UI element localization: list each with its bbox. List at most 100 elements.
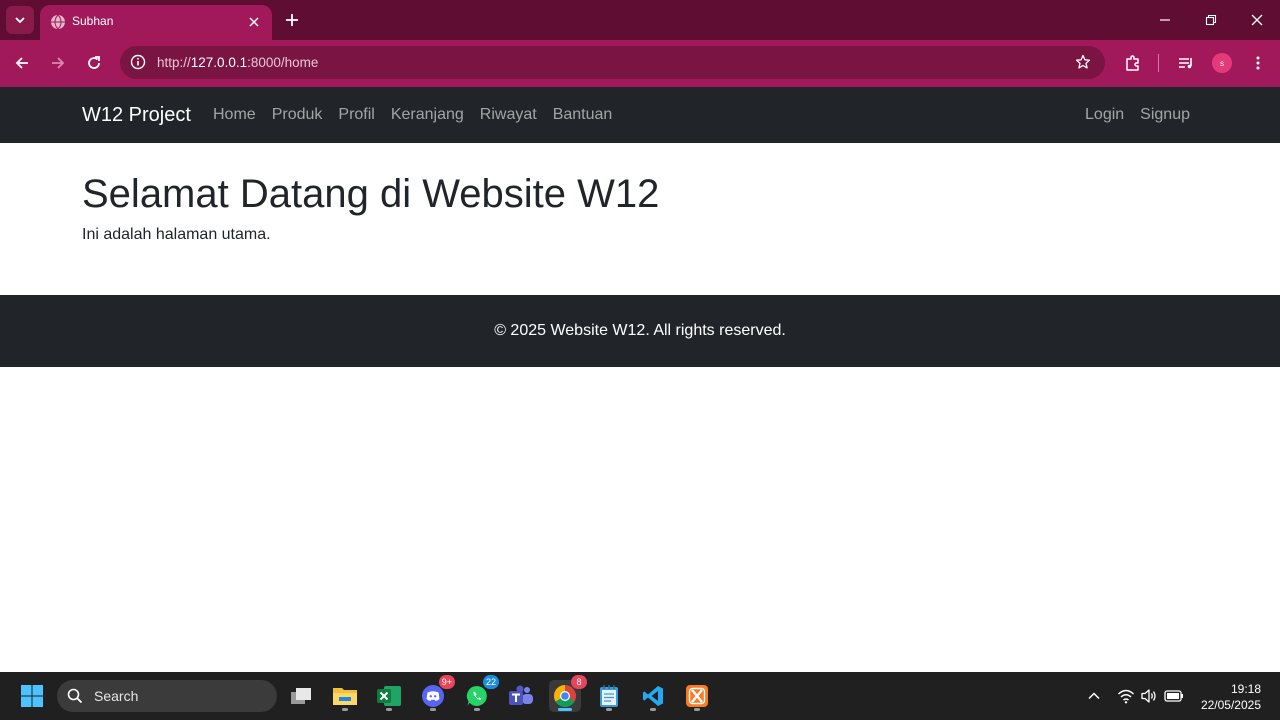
site-navbar: W12 Project Home Produk Profil Keranjang…	[0, 87, 1280, 143]
nav-link-produk[interactable]: Produk	[272, 106, 323, 124]
address-bar[interactable]: http://127.0.0.1:8000/home	[120, 46, 1105, 79]
notepad-icon	[600, 685, 618, 707]
teams-button[interactable]	[505, 680, 537, 712]
file-explorer-button[interactable]	[329, 680, 361, 712]
clock-time: 19:18	[1230, 682, 1261, 696]
puzzle-icon	[1126, 55, 1139, 71]
minimize-button[interactable]	[1151, 6, 1179, 34]
url-text[interactable]: http://127.0.0.1:8000/home	[157, 55, 318, 70]
browser-menu-button[interactable]	[1244, 49, 1272, 77]
footer-text: © 2025 Website W12. All rights reserved.	[494, 322, 786, 339]
info-icon	[130, 54, 146, 70]
nav-link-riwayat[interactable]: Riwayat	[480, 106, 537, 124]
task-view-icon	[291, 688, 311, 704]
minimize-icon	[1160, 19, 1170, 21]
nav-link-signup[interactable]: Signup	[1140, 106, 1190, 124]
bookmark-button[interactable]	[1073, 52, 1093, 72]
running-indicator	[694, 708, 700, 711]
site-info-button[interactable]	[128, 52, 148, 72]
search-label: Search	[94, 688, 139, 704]
running-indicator	[558, 708, 572, 711]
folder-icon	[333, 688, 357, 705]
globe-icon	[51, 14, 65, 30]
teams-icon	[509, 685, 533, 705]
xampp-icon	[686, 685, 708, 707]
volume-status[interactable]	[1139, 686, 1159, 706]
chrome-button[interactable]: 8	[549, 675, 587, 712]
running-indicator	[342, 708, 348, 711]
battery-status[interactable]	[1164, 686, 1184, 706]
chevron-up-icon	[1088, 692, 1100, 700]
arrow-right-icon	[52, 57, 65, 69]
browser-tabstrip: Subhan	[0, 0, 1280, 40]
tab-close-button[interactable]	[244, 12, 264, 32]
windows-logo-icon	[21, 685, 43, 707]
nav-links: Home Produk Profil Keranjang Riwayat Ban…	[213, 106, 612, 124]
battery-icon	[1164, 690, 1183, 702]
taskbar-search[interactable]: Search	[57, 680, 277, 712]
url-path: :8000/home	[247, 55, 319, 70]
xampp-button[interactable]	[681, 680, 713, 712]
url-scheme: http://	[157, 55, 191, 70]
notepad-button[interactable]	[593, 680, 625, 712]
reload-button[interactable]	[80, 49, 108, 77]
arrow-left-icon	[15, 57, 28, 69]
nav-link-keranjang[interactable]: Keranjang	[391, 106, 464, 124]
star-icon	[1075, 54, 1091, 69]
browser-tab[interactable]: Subhan	[40, 5, 272, 40]
vscode-button[interactable]	[637, 680, 669, 712]
main-content: Selamat Datang di Website W12 Ini adalah…	[82, 170, 659, 244]
url-host: 127.0.0.1	[190, 55, 248, 70]
tab-search-button[interactable]	[6, 6, 34, 34]
running-indicator	[650, 708, 656, 711]
nav-link-home[interactable]: Home	[213, 106, 256, 124]
browser-toolbar: http://127.0.0.1:8000/home s	[0, 40, 1280, 87]
extensions-button[interactable]	[1119, 49, 1147, 77]
more-vertical-icon	[1256, 56, 1260, 70]
restore-icon	[1205, 14, 1217, 26]
excel-button[interactable]	[373, 680, 405, 712]
close-icon	[1251, 14, 1263, 26]
taskbar-clock[interactable]: 19:18 22/05/2025	[1201, 681, 1261, 713]
excel-icon	[377, 686, 401, 706]
new-tab-button[interactable]	[280, 8, 304, 32]
taskbar: Search 9+ 22 8 19:18 22/05/2025	[0, 672, 1280, 720]
auth-links: Login Signup	[1085, 106, 1190, 124]
forward-button[interactable]	[44, 49, 72, 77]
running-indicator	[474, 708, 480, 711]
nav-link-login[interactable]: Login	[1085, 106, 1124, 124]
running-indicator	[386, 708, 392, 711]
network-status[interactable]	[1116, 686, 1136, 706]
toolbar-separator	[1158, 54, 1159, 72]
start-button[interactable]	[16, 680, 48, 712]
profile-avatar[interactable]: s	[1212, 53, 1232, 73]
site-footer: © 2025 Website W12. All rights reserved.	[0, 295, 1280, 367]
running-indicator	[606, 708, 612, 711]
site-brand[interactable]: W12 Project	[82, 104, 191, 127]
plus-icon	[286, 14, 298, 26]
speaker-icon	[1141, 689, 1156, 703]
media-queue-icon	[1179, 58, 1192, 69]
task-view-button[interactable]	[285, 680, 317, 712]
reload-icon	[88, 56, 100, 69]
close-icon	[249, 17, 259, 27]
restore-button[interactable]	[1197, 6, 1225, 34]
whatsapp-button[interactable]: 22	[461, 675, 499, 712]
wifi-icon	[1117, 689, 1135, 704]
running-indicator	[430, 708, 436, 711]
vscode-icon	[643, 686, 663, 706]
clock-date: 22/05/2025	[1200, 698, 1261, 712]
nav-link-bantuan[interactable]: Bantuan	[553, 106, 613, 124]
back-button[interactable]	[8, 49, 36, 77]
search-icon	[67, 688, 83, 704]
notification-badge: 22	[482, 675, 499, 689]
tray-overflow-button[interactable]	[1084, 686, 1104, 706]
notification-badge: 8	[571, 675, 587, 689]
discord-button[interactable]: 9+	[417, 675, 455, 712]
tab-title: Subhan	[72, 14, 114, 28]
chevron-down-icon	[15, 17, 25, 24]
nav-link-profil[interactable]: Profil	[338, 106, 374, 124]
close-window-button[interactable]	[1243, 6, 1271, 34]
media-controls-button[interactable]	[1172, 49, 1200, 77]
intro-text: Ini adalah halaman utama.	[82, 226, 271, 243]
